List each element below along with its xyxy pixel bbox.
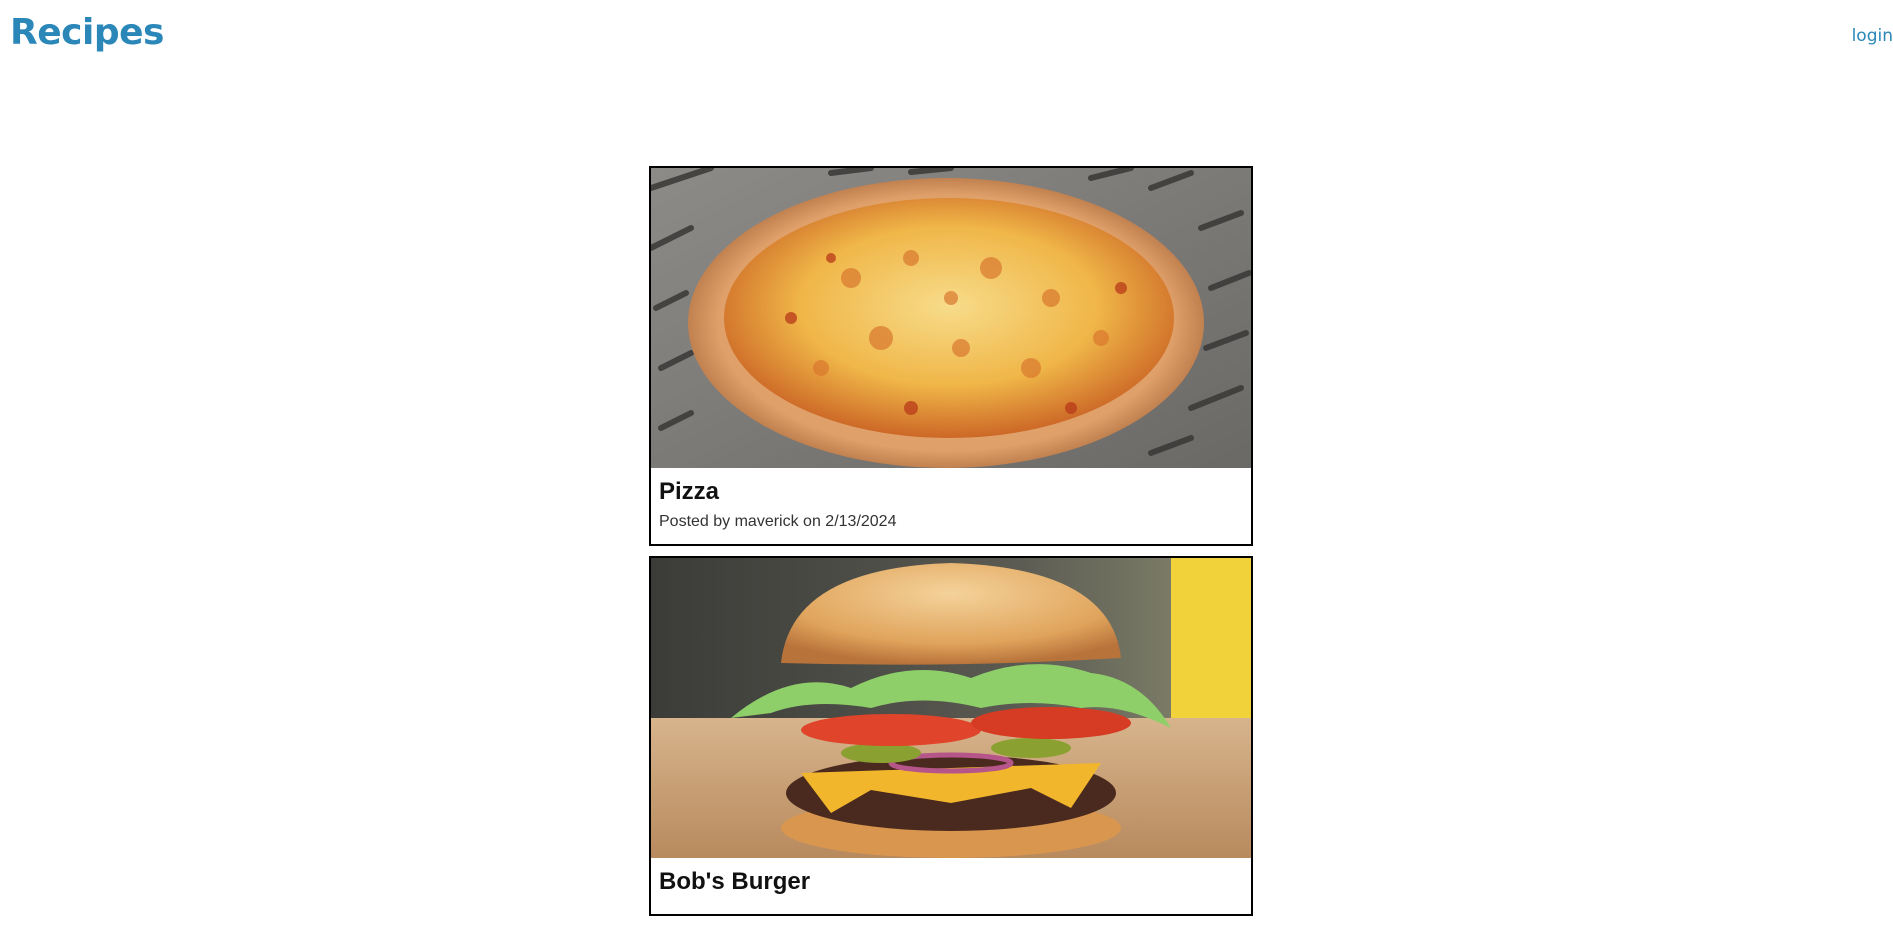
recipe-card-body: Pizza Posted by maverick on 2/13/2024 — [651, 468, 1251, 544]
login-link[interactable]: login — [1852, 26, 1893, 46]
burger-photo[interactable] — [651, 558, 1251, 858]
recipe-card-body: Bob's Burger — [651, 858, 1251, 914]
recipe-card[interactable]: Bob's Burger — [649, 556, 1253, 916]
recipe-feed: Pizza Posted by maverick on 2/13/2024 Bo… — [649, 166, 1253, 926]
site-header: Recipes login — [0, 0, 1893, 70]
pizza-photo[interactable] — [651, 168, 1251, 468]
recipe-title[interactable]: Pizza — [659, 478, 1243, 506]
site-brand-link[interactable]: Recipes — [10, 12, 164, 53]
recipe-card[interactable]: Pizza Posted by maverick on 2/13/2024 — [649, 166, 1253, 546]
recipe-title[interactable]: Bob's Burger — [659, 868, 1243, 896]
recipe-meta: Posted by maverick on 2/13/2024 — [659, 513, 897, 530]
